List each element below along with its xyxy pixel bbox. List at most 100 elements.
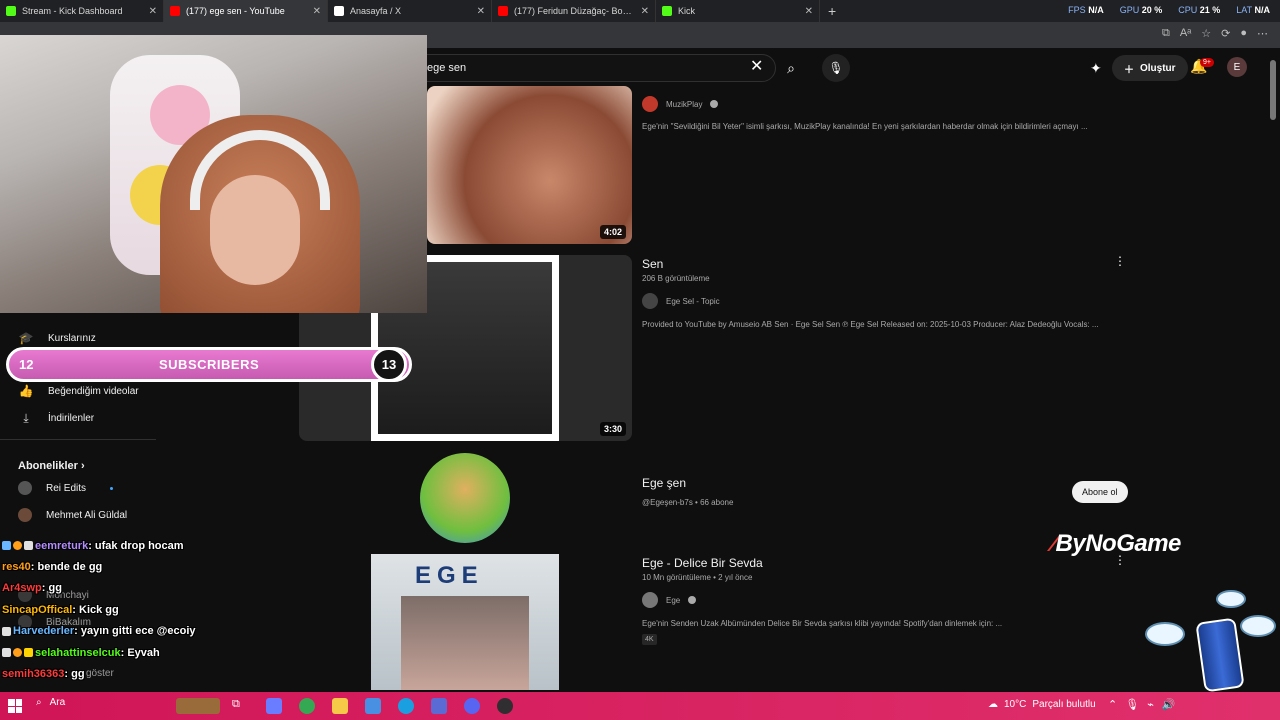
translate-icon[interactable]: Aᵃ — [1180, 27, 1191, 40]
refresh-icon[interactable]: ⟳ — [1221, 27, 1230, 40]
browser-tab-strip: Stream - Kick Dashboard ✕ (177) ege sen … — [0, 0, 1280, 22]
sidebar-item-label: Beğendiğim videolar — [48, 385, 139, 397]
badge-icon — [13, 541, 22, 551]
channel-row[interactable]: MuzikPlay — [642, 96, 719, 112]
chat-username: SincapOffical — [2, 603, 73, 616]
task-view-icon[interactable]: ⧉ — [232, 698, 248, 714]
windows-start-icon[interactable] — [8, 699, 22, 713]
video-description: Ege'nin Senden Uzak Albümünden Delice Bi… — [642, 619, 1003, 628]
store-icon[interactable] — [365, 698, 381, 714]
page-scrollbar[interactable] — [1270, 60, 1276, 680]
search-input[interactable]: ege sen — [408, 54, 776, 82]
app-icon[interactable] — [431, 698, 447, 714]
volume-icon[interactable]: 🔊 — [1162, 698, 1176, 711]
scrollbar-thumb[interactable] — [1270, 60, 1276, 120]
badge-icon — [24, 648, 33, 658]
subscription-item[interactable]: Rei Edits — [18, 481, 114, 495]
chrome-icon[interactable] — [299, 698, 315, 714]
microphone-icon[interactable]: 🎙 — [1125, 698, 1139, 711]
network-icon[interactable]: ⌁ — [1147, 698, 1154, 711]
browser-tab-active[interactable]: (177) ege sen - YouTube ✕ — [164, 0, 328, 22]
extension-icon[interactable]: ⧉ — [1162, 27, 1170, 40]
fps-stat: FPS N/A — [1068, 5, 1104, 15]
channel-name: Ege — [666, 595, 681, 605]
channel-avatar — [642, 293, 658, 309]
create-label: Oluştur — [1140, 62, 1176, 74]
video-title[interactable]: Ege - Delice Bir Sevda — [642, 556, 763, 570]
weather-temperature: 10°C — [1004, 699, 1027, 710]
performance-stats: FPS N/A GPU 20 % CPU 21 % LAT N/A — [1068, 5, 1270, 15]
video-title[interactable]: Sen — [642, 257, 663, 271]
channel-avatar-large[interactable] — [420, 453, 510, 543]
favorite-star-icon[interactable]: ☆ — [1201, 27, 1211, 40]
sidebar-item-liked-videos[interactable]: 👍 Beğendiğim videolar — [18, 384, 139, 398]
cloud-decoration — [1216, 590, 1246, 608]
channel-avatar — [18, 481, 32, 495]
browser-tab[interactable]: (177) Feridun Düzağaç- Boş Ders ✕ — [492, 0, 656, 22]
copilot-icon[interactable] — [266, 698, 282, 714]
video-thumbnail[interactable]: EGE — [371, 554, 559, 690]
video-description: Provided to YouTube by Amuseio AB Sen · … — [642, 320, 1099, 329]
discord-icon[interactable] — [464, 698, 480, 714]
verified-check-icon — [710, 100, 719, 108]
new-tab-button[interactable]: + — [820, 3, 844, 19]
sparkle-icon[interactable]: ✦ — [1090, 60, 1102, 77]
sidebar-item-label: İndirilenler — [48, 413, 95, 424]
tab-title: Stream - Kick Dashboard — [22, 6, 123, 16]
channel-name: Ege Sel - Topic — [666, 296, 720, 306]
obs-icon[interactable] — [497, 698, 513, 714]
subscriptions-heading[interactable]: Abonelikler › — [18, 460, 85, 472]
sidebar-divider — [0, 439, 156, 440]
profile-icon[interactable]: ● — [1240, 27, 1247, 40]
taskbar-search[interactable]: ⌕ Ara — [36, 697, 65, 708]
tab-title: Kick — [678, 6, 696, 16]
youtube-favicon-icon — [498, 6, 508, 16]
close-tab-icon[interactable]: ✕ — [805, 6, 813, 17]
chat-message: Harvederler: yayın gitti ece @ecoiy — [2, 621, 332, 642]
taskbar-widget-icon[interactable] — [176, 698, 220, 714]
video-views: 206 B görüntüleme — [642, 274, 710, 283]
badge-icon — [24, 541, 33, 551]
chevron-up-icon[interactable]: ⌃ — [1108, 698, 1117, 711]
chat-message: eemreturk: ufak drop hocam — [2, 535, 332, 556]
cpu-stat: CPU 21 % — [1178, 5, 1221, 15]
channel-row[interactable]: Ege — [642, 592, 697, 608]
channel-name: MuzikPlay — [666, 99, 703, 109]
channel-row[interactable]: Ege Sel - Topic — [642, 293, 720, 309]
sidebar-item-downloads[interactable]: ⤓ İndirilenler — [18, 411, 94, 426]
sidebar-item-label: Kurslarınız — [48, 332, 96, 344]
windows-taskbar: ⌕ Ara ⧉ ☁ 10°C Parçalı bulutlu ⌃ 🎙 ⌁ 🔊 — [0, 692, 1280, 720]
browser-tab[interactable]: Anasayfa / X ✕ — [328, 0, 492, 22]
clear-search-icon[interactable]: ✕ — [750, 56, 763, 76]
subscribe-button[interactable]: Abone ol — [1072, 481, 1128, 503]
youtube-favicon-icon — [170, 6, 180, 16]
lat-stat: LAT N/A — [1236, 5, 1270, 15]
badge-icon — [2, 626, 11, 636]
browser-tab[interactable]: Stream - Kick Dashboard ✕ — [0, 0, 164, 22]
channel-title[interactable]: Ege şen — [642, 476, 686, 490]
chevron-right-icon: › — [80, 460, 85, 472]
kick-favicon-icon — [6, 6, 16, 16]
subscriber-goal-bar: 12 SUBSCRIBERS 13 — [6, 347, 412, 382]
search-icon[interactable]: ⌕ — [776, 54, 806, 82]
account-avatar[interactable]: E — [1227, 57, 1247, 77]
file-explorer-icon[interactable] — [332, 698, 348, 714]
sidebar-item-courses[interactable]: 🎓 Kurslarınız — [18, 331, 96, 345]
weather-widget[interactable]: ☁ 10°C Parçalı bulutlu — [988, 699, 1096, 710]
subscription-item[interactable]: Mehmet Ali Güldal — [18, 508, 127, 522]
chat-text: : bende de gg — [30, 561, 103, 574]
close-tab-icon[interactable]: ✕ — [149, 6, 157, 17]
channel-meta: @Egeşen-b7s • 66 abone — [642, 498, 734, 507]
video-description: Ege'nin "Sevildiğini Bil Yeter" isimli ş… — [642, 122, 1088, 131]
microphone-icon[interactable]: 🎙 — [822, 54, 850, 82]
close-tab-icon[interactable]: ✕ — [313, 6, 321, 17]
edge-icon[interactable] — [398, 698, 414, 714]
video-thumbnail[interactable]: 4:02 — [427, 86, 632, 244]
browser-tab[interactable]: Kick ✕ — [656, 0, 820, 22]
close-tab-icon[interactable]: ✕ — [641, 6, 649, 17]
close-tab-icon[interactable]: ✕ — [477, 6, 485, 17]
create-button[interactable]: ＋ Oluştur — [1112, 55, 1188, 81]
chat-text: : gg — [64, 668, 85, 681]
more-options-icon[interactable]: ⋮ — [1114, 254, 1126, 268]
menu-dots-icon[interactable]: ⋯ — [1257, 27, 1268, 40]
